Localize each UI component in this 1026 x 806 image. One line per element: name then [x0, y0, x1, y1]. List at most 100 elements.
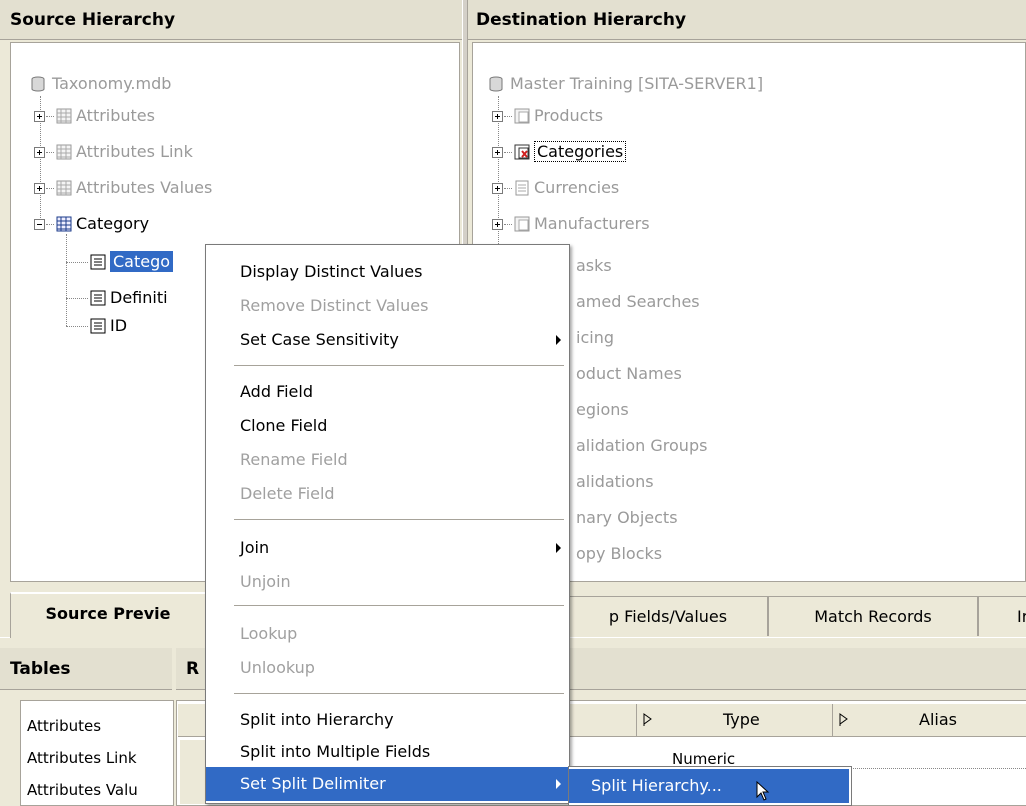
tables-header: Tables — [0, 648, 172, 690]
column-header-label: Type — [723, 710, 760, 729]
expand-currencies-toggle[interactable] — [492, 183, 503, 194]
submenu-arrow-icon — [556, 543, 561, 553]
destination-item-label: nary Objects — [576, 508, 678, 527]
split-delimiter-submenu: Split Hierarchy... — [568, 766, 852, 806]
source-root-label: Taxonomy.mdb — [52, 74, 172, 93]
menu-item-rename-field[interactable]: Rename Field — [206, 443, 569, 477]
menu-item-label: Unlookup — [240, 658, 315, 677]
expand-attributes-toggle[interactable] — [34, 111, 45, 122]
grid-cell-type[interactable]: Numeric — [652, 740, 1026, 769]
destination-item-label: alidations — [576, 472, 654, 491]
field-icon — [90, 290, 106, 306]
tables-list[interactable]: Attributes Attributes Link Attributes Va… — [20, 700, 174, 806]
source-item-attributes[interactable]: Attributes — [56, 104, 155, 128]
menu-item-delete-field[interactable]: Delete Field — [206, 477, 569, 511]
menu-item-label: Unjoin — [240, 572, 291, 591]
destination-item-product-names[interactable]: oduct Names — [576, 362, 682, 386]
source-field-category[interactable]: Catego — [90, 250, 174, 274]
collapse-category-toggle[interactable] — [34, 219, 45, 230]
table-list-item[interactable]: Attributes — [27, 717, 101, 735]
tab-source-preview[interactable]: Source Previe — [10, 592, 206, 638]
destination-item-label: egions — [576, 400, 629, 419]
submenu-arrow-icon — [556, 779, 561, 789]
destination-item-categories[interactable]: Categories — [514, 140, 627, 164]
destination-item-named-searches[interactable]: amed Searches — [576, 290, 700, 314]
menu-item-join[interactable]: Join — [206, 531, 569, 565]
expand-manufacturers-toggle[interactable] — [492, 219, 503, 230]
menu-item-label: Split Hierarchy... — [591, 776, 722, 795]
menu-item-split-into-multiple-fields[interactable]: Split into Multiple Fields — [206, 735, 569, 769]
destination-item-tasks[interactable]: asks — [576, 254, 612, 278]
menu-item-label: Set Split Delimiter — [240, 774, 386, 793]
menu-item-label: Rename Field — [240, 450, 348, 469]
source-item-attributes-values[interactable]: Attributes Values — [56, 176, 212, 200]
destination-item-validation-groups[interactable]: alidation Groups — [576, 434, 707, 458]
tab-label: p Fields/Values — [608, 607, 728, 626]
menu-separator — [234, 605, 564, 607]
mouse-cursor-icon — [756, 781, 770, 801]
destination-item-copy-blocks[interactable]: opy Blocks — [576, 542, 662, 566]
tab-label: Match Records — [814, 607, 932, 626]
menu-item-label: Split into Multiple Fields — [240, 742, 431, 761]
destination-item-pricing[interactable]: icing — [576, 326, 614, 350]
menu-item-add-field[interactable]: Add Field — [206, 375, 569, 409]
menu-item-remove-distinct-values[interactable]: Remove Distinct Values — [206, 289, 569, 323]
source-item-attributes-link[interactable]: Attributes Link — [56, 140, 193, 164]
source-root-node[interactable]: Taxonomy.mdb — [30, 72, 171, 96]
field-icon — [90, 254, 106, 270]
menu-item-clone-field[interactable]: Clone Field — [206, 409, 569, 443]
destination-hierarchy-header: Destination Hierarchy — [466, 0, 1026, 40]
sort-icon — [839, 713, 848, 726]
table-list-item[interactable]: Attributes Link — [27, 749, 137, 767]
tab-match-records[interactable]: Match Records — [768, 596, 978, 636]
destination-item-label: Products — [534, 106, 604, 125]
menu-item-label: Display Distinct Values — [240, 262, 423, 281]
menu-item-split-into-hierarchy[interactable]: Split into Hierarchy — [206, 703, 569, 737]
destination-item-validations[interactable]: alidations — [576, 470, 654, 494]
tab-map-fields-values[interactable]: p Fields/Values — [568, 596, 768, 636]
destination-item-currencies[interactable]: Currencies — [514, 176, 619, 200]
destination-item-label: alidation Groups — [576, 436, 708, 455]
menu-item-display-distinct-values[interactable]: Display Distinct Values — [206, 255, 569, 289]
menu-item-label: Split into Hierarchy — [240, 710, 394, 729]
source-hierarchy-header: Source Hierarchy — [0, 0, 462, 40]
menu-item-set-case-sensitivity[interactable]: Set Case Sensitivity — [206, 323, 569, 357]
table-icon — [56, 216, 72, 232]
menu-item-split-hierarchy[interactable]: Split Hierarchy... — [569, 769, 849, 803]
destination-item-label: asks — [576, 256, 612, 275]
hierarchy-table-icon — [514, 216, 530, 232]
destination-item-manufacturers[interactable]: Manufacturers — [514, 212, 650, 236]
source-field-id[interactable]: ID — [90, 314, 127, 338]
destination-root-node[interactable]: Master Training [SITA-SERVER1] — [488, 72, 763, 96]
destination-item-label: Currencies — [534, 178, 620, 197]
expand-products-toggle[interactable] — [492, 111, 503, 122]
menu-item-set-split-delimiter[interactable]: Set Split Delimiter — [206, 767, 569, 801]
expand-attributes-values-toggle[interactable] — [34, 183, 45, 194]
menu-item-label: Set Case Sensitivity — [240, 330, 399, 349]
expand-attributes-link-toggle[interactable] — [34, 147, 45, 158]
table-list-item[interactable]: Attributes Valu — [27, 781, 138, 799]
destination-item-regions[interactable]: egions — [576, 398, 629, 422]
destination-item-products[interactable]: Products — [514, 104, 603, 128]
menu-item-lookup[interactable]: Lookup — [206, 617, 569, 651]
menu-item-unjoin[interactable]: Unjoin — [206, 565, 569, 599]
menu-item-label: Clone Field — [240, 416, 328, 435]
destination-item-label: amed Searches — [576, 292, 700, 311]
destination-item-label: opy Blocks — [576, 544, 663, 563]
source-field-definition[interactable]: Definiti — [90, 286, 168, 310]
table-list-label: Attributes Link — [27, 749, 137, 767]
tab-label: Source Previe — [45, 604, 171, 623]
expand-categories-toggle[interactable] — [492, 147, 503, 158]
column-header-alias[interactable]: Alias — [832, 704, 1026, 736]
tab-label: Ir — [1017, 607, 1026, 626]
table-icon — [56, 180, 72, 196]
flat-table-icon — [515, 180, 529, 196]
source-item-category[interactable]: Category — [56, 212, 149, 236]
database-icon — [489, 76, 503, 92]
column-header-type[interactable]: Type — [636, 704, 833, 736]
menu-item-unlookup[interactable]: Unlookup — [206, 651, 569, 685]
tab-more[interactable]: Ir — [978, 596, 1026, 636]
destination-item-binary-objects[interactable]: nary Objects — [576, 506, 678, 530]
menu-separator — [234, 519, 564, 521]
table-list-label: Attributes — [27, 717, 102, 735]
